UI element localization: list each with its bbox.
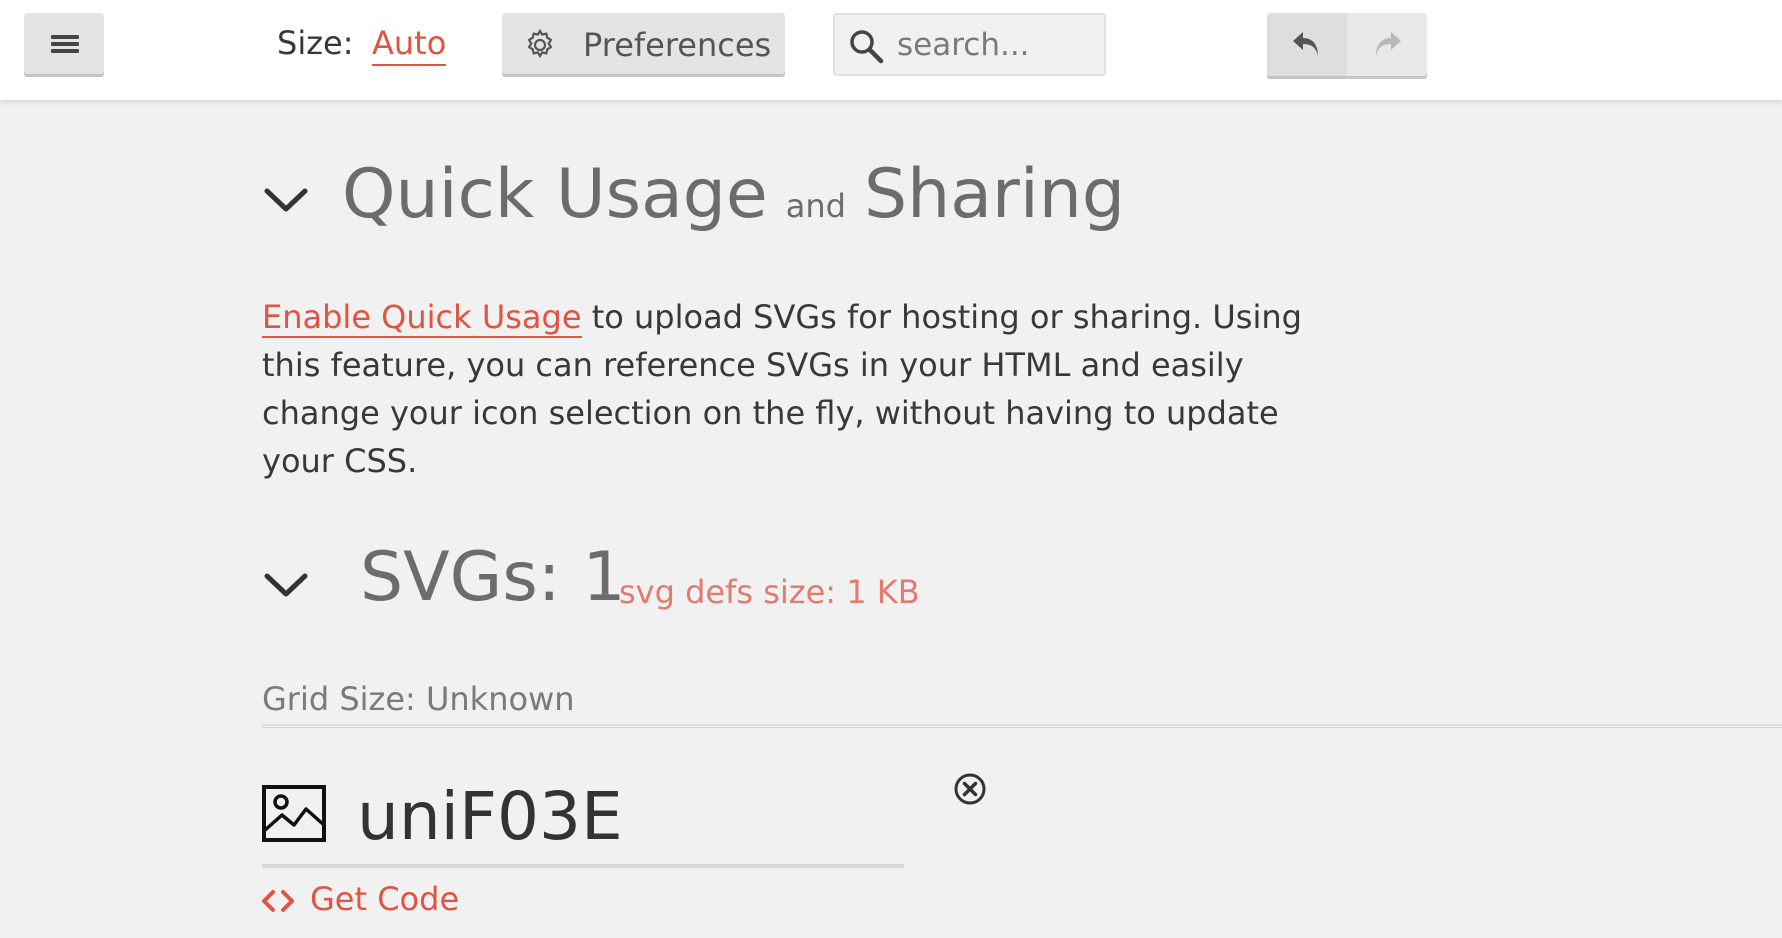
top-toolbar: Size: Auto Preferences — [0, 0, 1782, 100]
quick-usage-description: Enable Quick Usage to upload SVGs for ho… — [262, 293, 1342, 485]
code-icon — [262, 890, 294, 912]
enable-quick-usage-link[interactable]: Enable Quick Usage — [262, 298, 582, 338]
image-icon — [262, 785, 326, 842]
remove-item-close-icon[interactable] — [953, 772, 987, 806]
get-code-label: Get Code — [310, 880, 460, 918]
svg-defs-size: svg defs size: 1 KB — [619, 573, 920, 611]
search-icon — [850, 30, 884, 64]
size-label: Size: — [277, 24, 354, 62]
preferences-label: Preferences — [583, 26, 772, 64]
quick-usage-title-part2: Sharing — [863, 155, 1126, 234]
preferences-button[interactable]: Preferences — [502, 13, 785, 74]
menu-button[interactable] — [24, 13, 104, 74]
svgs-collapse-chevron-icon[interactable] — [263, 570, 309, 600]
gear-icon — [527, 28, 553, 59]
svg-item-name[interactable]: uniF03E — [357, 778, 623, 855]
search-input[interactable] — [897, 25, 1097, 65]
svgs-heading: SVGs: 1 — [360, 538, 626, 617]
quick-usage-title-part1: Quick Usage — [342, 155, 768, 234]
search-box — [833, 13, 1106, 76]
quick-usage-collapse-chevron-icon[interactable] — [263, 185, 309, 215]
undo-button[interactable] — [1267, 13, 1347, 76]
redo-icon — [1376, 32, 1401, 56]
quick-usage-heading: Quick Usage and Sharing — [342, 155, 1125, 234]
grid-divider — [262, 724, 1782, 728]
quick-usage-title-joiner: and — [785, 187, 846, 225]
menu-icon — [51, 35, 79, 53]
svg-item-underline — [262, 864, 904, 868]
undo-icon — [1293, 32, 1318, 56]
grid-size-label: Grid Size: Unknown — [262, 680, 575, 718]
size-selector[interactable]: Auto — [372, 24, 447, 66]
redo-button[interactable] — [1347, 13, 1427, 76]
